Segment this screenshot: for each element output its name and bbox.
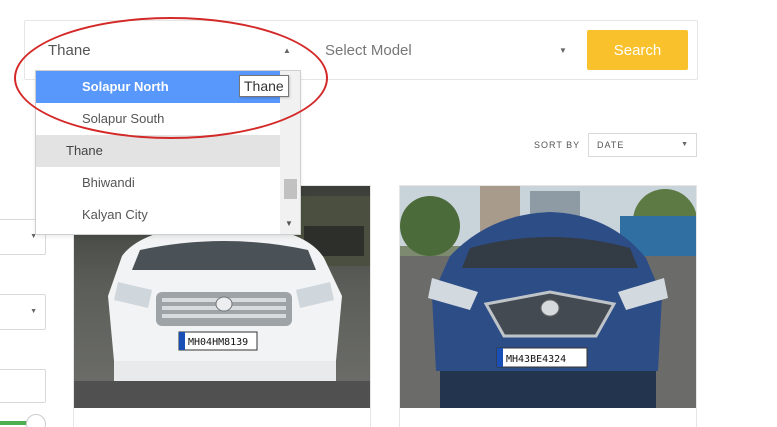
car-card[interactable]: MH43BE4324	[399, 185, 697, 427]
caret-up-icon[interactable]: ▲	[283, 46, 291, 55]
sort-value: DATE	[597, 140, 625, 150]
license-plate: MH04HM8139	[188, 337, 248, 348]
caret-down-icon: ▼	[681, 141, 689, 148]
filter-input[interactable]	[0, 369, 46, 403]
search-button[interactable]: Search	[587, 30, 688, 70]
sort-select[interactable]: DATE ▼	[588, 133, 697, 157]
dropdown-option-kalyan-city[interactable]: Kalyan City	[36, 199, 281, 231]
caret-down-icon: ▼	[30, 308, 37, 315]
scroll-down-arrow-icon[interactable]: ▼	[285, 219, 293, 228]
dropdown-option-bhiwandi[interactable]: Bhiwandi	[36, 167, 281, 199]
car-photo[interactable]: MH43BE4324	[400, 186, 696, 408]
filter-select[interactable]: ▼	[0, 294, 46, 330]
tooltip: Thane	[239, 75, 289, 97]
license-plate: MH43BE4324	[506, 354, 566, 365]
sort-by-label: SORT BY	[534, 140, 581, 150]
model-select[interactable]: Select Model	[325, 42, 412, 59]
scrollbar-thumb[interactable]	[284, 179, 297, 199]
city-select[interactable]: Thane	[48, 42, 91, 59]
dropdown-option-solapur-south[interactable]: Solapur South	[36, 103, 281, 135]
dropdown-group-thane: Thane	[36, 135, 281, 167]
price-slider-handle[interactable]	[26, 414, 46, 427]
caret-down-icon[interactable]: ▼	[559, 46, 567, 55]
